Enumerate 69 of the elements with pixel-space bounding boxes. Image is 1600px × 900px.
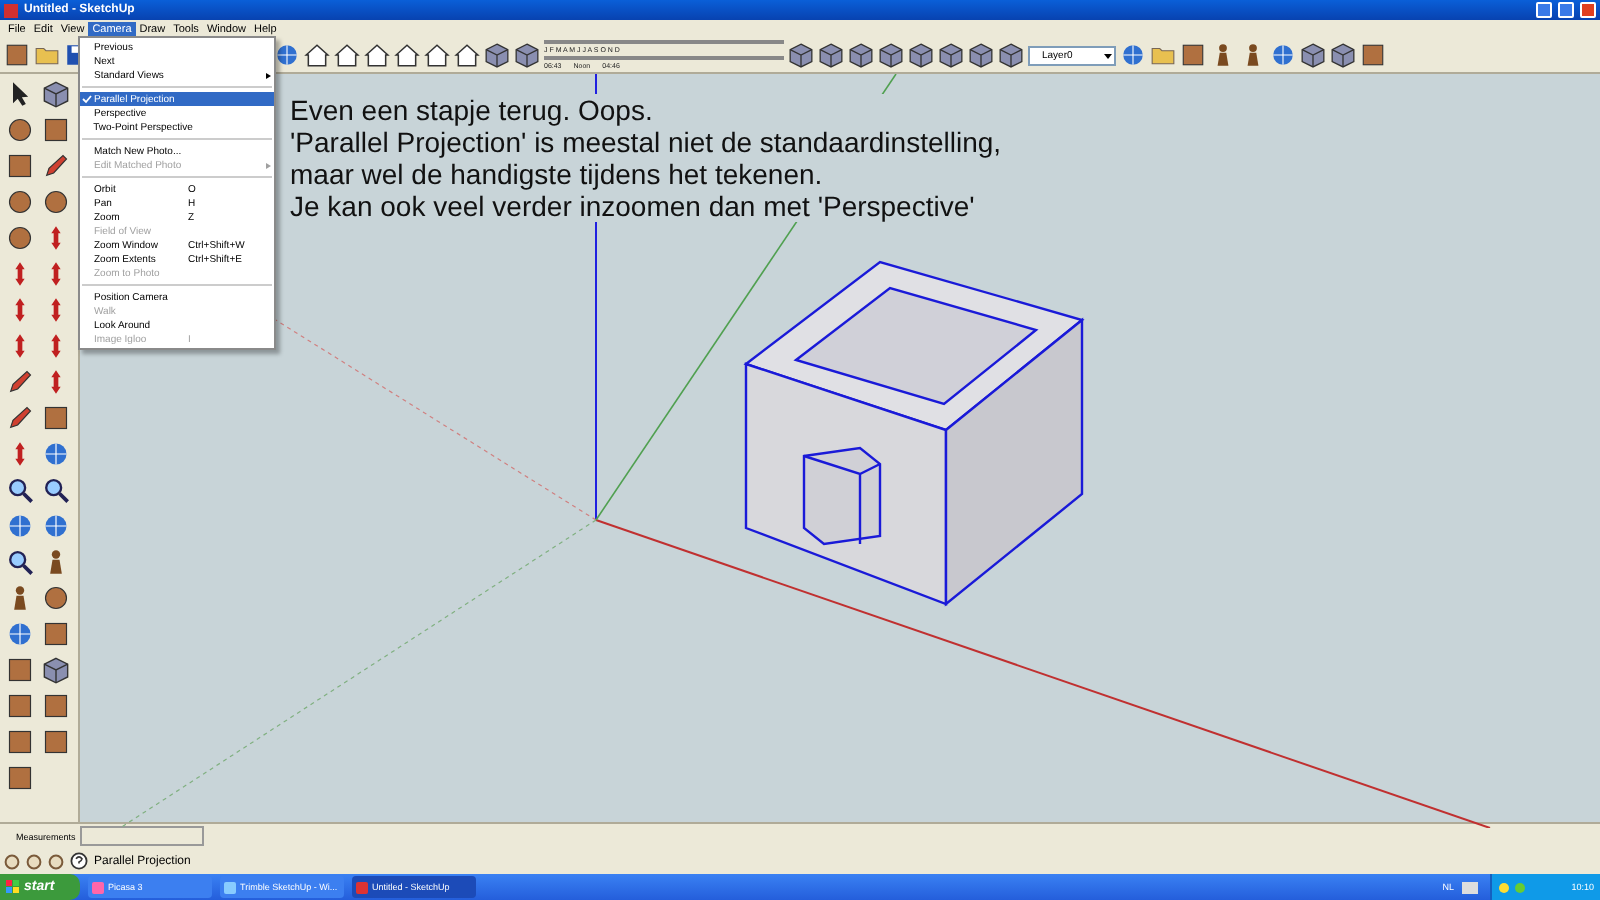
globe-icon[interactable] <box>42 512 70 540</box>
caret-icon <box>1102 49 1114 61</box>
folder-icon[interactable] <box>1150 42 1176 68</box>
house-icon[interactable] <box>424 42 450 68</box>
house-icon[interactable] <box>334 42 360 68</box>
square-icon[interactable] <box>4 42 30 68</box>
house-icon[interactable] <box>394 42 420 68</box>
close-button[interactable] <box>1580 2 1596 18</box>
help-icon[interactable] <box>70 852 88 870</box>
cube-icon[interactable] <box>998 42 1024 68</box>
cube-icon[interactable] <box>878 42 904 68</box>
house-icon[interactable] <box>364 42 390 68</box>
globe-icon[interactable] <box>1270 42 1296 68</box>
cube-icon[interactable] <box>1300 42 1326 68</box>
cube-icon[interactable] <box>938 42 964 68</box>
globe-icon[interactable] <box>6 512 34 540</box>
square-icon[interactable] <box>1180 42 1206 68</box>
cube-icon[interactable] <box>908 42 934 68</box>
globe-icon[interactable] <box>42 440 70 468</box>
app-icon <box>356 881 368 893</box>
restore-button[interactable] <box>1558 2 1574 18</box>
cube-icon[interactable] <box>848 42 874 68</box>
annotation-text: Je kan ook veel verder inzoomen dan met 'Perspective' <box>290 190 977 222</box>
magnifier-icon[interactable] <box>6 548 34 576</box>
magnifier-icon[interactable] <box>42 476 70 504</box>
annotation-text: 'Parallel Projection' is meestal niet de standaardinstelling, <box>290 126 1002 158</box>
circle-icon[interactable] <box>6 188 34 216</box>
magnifier-icon[interactable] <box>6 476 34 504</box>
windows-flag-icon <box>6 880 20 894</box>
pencil-icon[interactable] <box>6 368 34 396</box>
circle-icon[interactable] <box>42 188 70 216</box>
annotation-text: Even een stapje terug. Oops. <box>290 94 655 126</box>
cube-icon[interactable] <box>818 42 844 68</box>
cube-icon[interactable] <box>484 42 510 68</box>
pencil-icon[interactable] <box>42 152 70 180</box>
square-icon[interactable] <box>42 728 70 756</box>
square-icon[interactable] <box>1360 42 1386 68</box>
minimize-button[interactable] <box>1536 2 1552 18</box>
circle-icon[interactable] <box>6 224 34 252</box>
keyboard-icon[interactable] <box>1462 881 1478 893</box>
square-icon[interactable] <box>42 620 70 648</box>
globe-icon[interactable] <box>274 42 300 68</box>
cube-icon[interactable] <box>514 42 540 68</box>
cube-icon[interactable] <box>788 42 814 68</box>
cube-icon[interactable] <box>968 42 994 68</box>
cube-icon[interactable] <box>42 656 70 684</box>
measurements-field[interactable] <box>79 826 204 846</box>
circle-icon[interactable] <box>6 116 34 144</box>
annotation-text: maar wel de handigste tijdens het tekenen. <box>290 158 825 190</box>
square-icon[interactable] <box>42 404 70 432</box>
cube-icon[interactable] <box>42 80 70 108</box>
house-icon[interactable] <box>304 42 330 68</box>
square-icon[interactable] <box>42 116 70 144</box>
pencil-icon[interactable] <box>6 404 34 432</box>
square-icon[interactable] <box>6 656 34 684</box>
square-icon[interactable] <box>6 764 34 792</box>
square-icon[interactable] <box>6 152 34 180</box>
folder-icon[interactable] <box>34 42 60 68</box>
globe-icon[interactable] <box>1120 42 1146 68</box>
circle-icon[interactable] <box>42 584 70 612</box>
cube-icon[interactable] <box>1330 42 1356 68</box>
house-icon[interactable] <box>454 42 480 68</box>
square-icon[interactable] <box>42 692 70 720</box>
square-icon[interactable] <box>6 728 34 756</box>
globe-icon[interactable] <box>6 620 34 648</box>
app-icon <box>92 881 104 893</box>
square-icon[interactable] <box>6 692 34 720</box>
app-logo-icon <box>4 3 18 17</box>
app-icon <box>224 881 236 893</box>
